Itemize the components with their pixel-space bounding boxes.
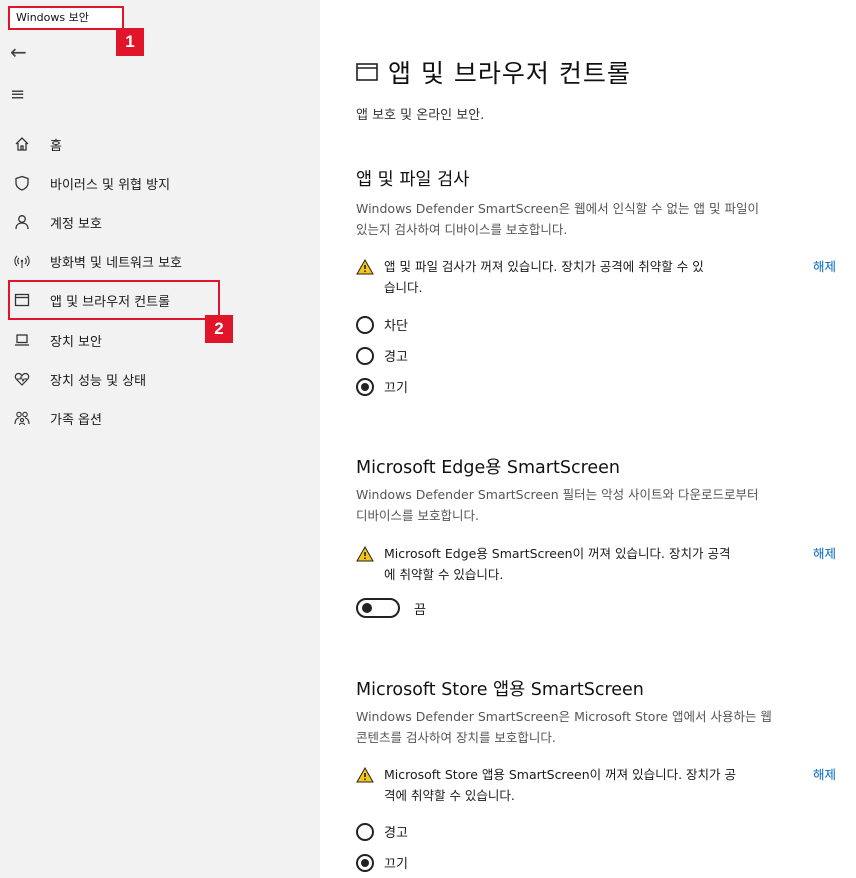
radio-label: 끄기 [384, 857, 408, 872]
sidebar-item-home[interactable]: 홈 [0, 128, 300, 160]
warning-line: 격에 취약할 수 있습니다. [384, 788, 515, 803]
heart-icon [14, 371, 30, 387]
sidebar-item-device-security[interactable]: 장치 보안 [0, 324, 300, 356]
warning-line: 에 취약할 수 있습니다. [384, 567, 504, 582]
section-heading-store-smartscreen: Microsoft Store 앱용 SmartScreen [356, 680, 644, 700]
window-title: Windows 보안 [8, 6, 124, 30]
radio-button[interactable] [356, 346, 374, 365]
family-icon [14, 410, 30, 426]
warning-icon [356, 545, 376, 585]
sidebar-item-account-protection[interactable]: 계정 보호 [0, 206, 300, 238]
sidebar-item-label: 장치 성능 및 상태 [50, 373, 147, 389]
warning-message: Microsoft Store 앱용 SmartScreen이 꺼져 있습니다.… [356, 764, 836, 806]
dismiss-link[interactable]: 해제 [813, 764, 836, 806]
warning-line: 앱 및 파일 검사가 꺼져 있습니다. 장치가 공격에 취약할 수 있 [384, 259, 704, 274]
sidebar-item-label: 장치 보안 [50, 334, 102, 350]
warning-icon [356, 258, 376, 298]
radio-warn[interactable]: 경고 [356, 822, 408, 841]
sidebar-item-label: 가족 옵션 [50, 412, 102, 428]
section-heading-edge-smartscreen: Microsoft Edge용 SmartScreen [356, 458, 621, 478]
section-description: Windows Defender SmartScreen은 Microsoft … [356, 706, 836, 748]
radio-button-selected[interactable] [356, 853, 374, 872]
radio-button[interactable] [356, 822, 374, 841]
sidebar-item-virus-protection[interactable]: 바이러스 및 위협 방지 [0, 167, 300, 199]
annotation-highlight-box [8, 280, 220, 320]
wifi-signal-icon [14, 253, 30, 269]
section-description: Windows Defender SmartScreen은 웹에서 인식할 수 … [356, 198, 836, 240]
radio-off[interactable]: 끄기 [356, 377, 408, 396]
radio-label: 경고 [384, 350, 408, 365]
warning-text: 앱 및 파일 검사가 꺼져 있습니다. 장치가 공격에 취약할 수 있 습니다. [376, 256, 813, 298]
warning-message: Microsoft Edge용 SmartScreen이 꺼져 있습니다. 장치… [356, 543, 836, 585]
annotation-badge-2: 2 [205, 315, 233, 343]
radio-warn[interactable]: 경고 [356, 346, 408, 365]
toggle-label: 끔 [414, 602, 426, 618]
sidebar: ← ≡ 홈 바이러스 및 위협 방지 계정 보호 방화벽 및 네트워크 보호 앱… [0, 0, 320, 878]
description-line: Windows Defender SmartScreen은 웹에서 인식할 수 … [356, 201, 759, 216]
radio-button-selected[interactable] [356, 377, 374, 396]
warning-icon [356, 766, 376, 806]
radio-label: 차단 [384, 319, 408, 334]
description-line: 있는지 검사하여 디바이스를 보호합니다. [356, 222, 568, 237]
annotation-badge-1: 1 [116, 28, 144, 56]
description-line: Windows Defender SmartScreen 필터는 악성 사이트와… [356, 487, 759, 502]
radio-label: 경고 [384, 826, 408, 841]
radio-label: 끄기 [384, 381, 408, 396]
sidebar-item-firewall[interactable]: 방화벽 및 네트워크 보호 [0, 245, 300, 277]
shield-icon [14, 175, 30, 191]
warning-message: 앱 및 파일 검사가 꺼져 있습니다. 장치가 공격에 취약할 수 있 습니다.… [356, 256, 836, 298]
warning-text: Microsoft Edge용 SmartScreen이 꺼져 있습니다. 장치… [376, 543, 813, 585]
section-heading-app-file-check: 앱 및 파일 검사 [356, 170, 470, 190]
sidebar-item-label: 바이러스 및 위협 방지 [50, 177, 171, 193]
section-description: Windows Defender SmartScreen 필터는 악성 사이트와… [356, 484, 836, 526]
page-subtitle: 앱 보호 및 온라인 보안. [356, 108, 485, 123]
menu-button[interactable]: ≡ [10, 82, 40, 108]
radio-button[interactable] [356, 315, 374, 334]
edge-smartscreen-toggle-row[interactable]: 끔 [356, 598, 426, 618]
page-title: 앱 및 브라우저 컨트롤 [388, 59, 631, 88]
sidebar-item-family-options[interactable]: 가족 옵션 [0, 402, 300, 434]
back-arrow-icon: ← [10, 40, 27, 64]
description-line: Windows Defender SmartScreen은 Microsoft … [356, 709, 772, 724]
sidebar-item-label: 방화벽 및 네트워크 보호 [50, 255, 182, 271]
hamburger-icon: ≡ [10, 84, 26, 105]
dismiss-link[interactable]: 해제 [813, 543, 836, 585]
description-line: 콘텐츠를 검사하여 장치를 보호합니다. [356, 730, 556, 745]
warning-line: Microsoft Store 앱용 SmartScreen이 꺼져 있습니다.… [384, 767, 736, 782]
warning-line: 습니다. [384, 280, 423, 295]
home-icon [14, 136, 30, 152]
sidebar-item-device-performance[interactable]: 장치 성능 및 상태 [0, 363, 300, 395]
sidebar-item-label: 홈 [50, 138, 62, 154]
app-window-icon [356, 63, 378, 81]
person-icon [14, 214, 30, 230]
dismiss-link[interactable]: 해제 [813, 256, 836, 298]
warning-line: Microsoft Edge용 SmartScreen이 꺼져 있습니다. 장치… [384, 546, 731, 561]
description-line: 디바이스를 보호합니다. [356, 508, 479, 523]
page-header: 앱 및 브라우저 컨트롤 [356, 54, 631, 90]
back-button[interactable]: ← [10, 38, 40, 66]
radio-off[interactable]: 끄기 [356, 853, 408, 872]
sidebar-item-label: 계정 보호 [50, 216, 102, 232]
warning-text: Microsoft Store 앱용 SmartScreen이 꺼져 있습니다.… [376, 764, 813, 806]
laptop-icon [14, 332, 30, 348]
toggle-switch[interactable] [356, 598, 400, 618]
radio-block[interactable]: 차단 [356, 315, 408, 334]
